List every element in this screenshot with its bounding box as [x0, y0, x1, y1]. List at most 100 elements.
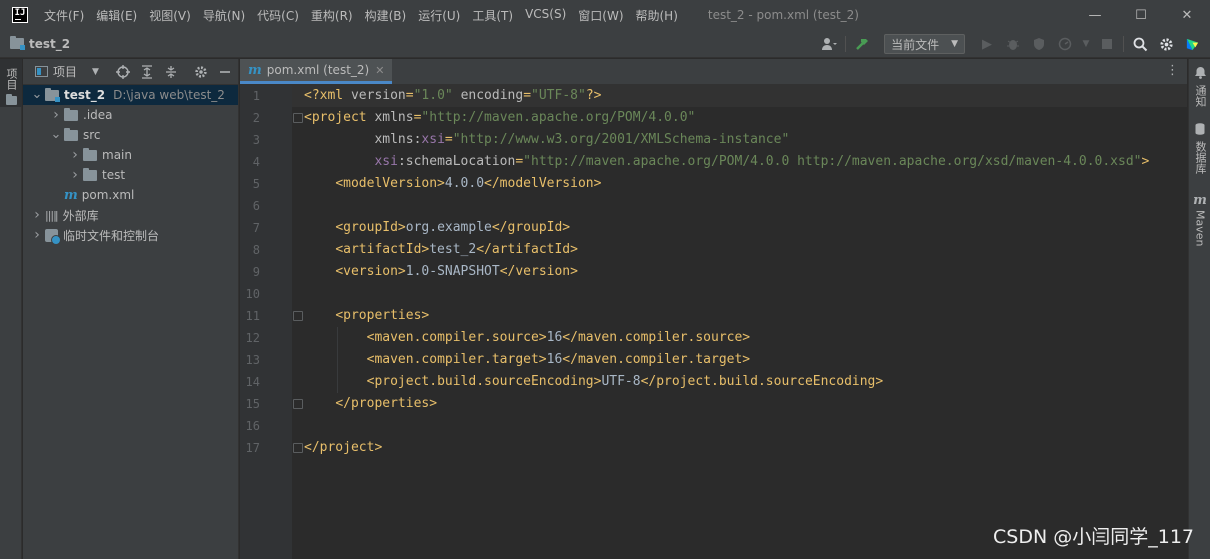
line-number: 7: [252, 221, 260, 235]
code-token: xmlns:: [374, 132, 422, 147]
tree-item-[interactable]: › |||‖ 外部库: [23, 205, 238, 225]
locate-file-icon[interactable]: [114, 62, 132, 82]
breadcrumb-project[interactable]: test_2: [10, 36, 70, 51]
tree-item-[interactable]: › 临时文件和控制台: [23, 225, 238, 245]
menu-item-1[interactable]: 编辑(E): [90, 7, 143, 24]
jetbrains-toolbox-icon[interactable]: [1182, 34, 1202, 54]
menu-item-4[interactable]: 代码(C): [251, 7, 305, 24]
collapsed-chevron-icon[interactable]: ›: [29, 207, 45, 223]
code-line[interactable]: <modelVersion>4.0.0</modelVersion>: [304, 173, 601, 195]
notification-bell-icon: [1194, 67, 1206, 82]
main-toolbar: 当前文件 ▼ ▶ ▼: [819, 30, 1202, 58]
code-token: version: [350, 88, 406, 103]
coverage-icon[interactable]: [1029, 34, 1049, 54]
menu-item-5[interactable]: 重构(R): [305, 7, 359, 24]
settings-icon[interactable]: [1156, 34, 1176, 54]
tree-item-path: D:\java web\test_2: [113, 88, 225, 102]
panel-settings-icon[interactable]: [192, 62, 210, 82]
user-vcs-icon[interactable]: [819, 34, 839, 54]
menu-item-2[interactable]: 视图(V): [143, 7, 197, 24]
window-title: test_2 - pom.xml (test_2): [707, 8, 859, 22]
project-tool-window-tab[interactable]: 项目: [0, 59, 22, 107]
code-line[interactable]: <version>1.0-SNAPSHOT</version>: [304, 261, 578, 283]
code-token: xsi: [421, 132, 445, 147]
close-window-button[interactable]: ✕: [1164, 0, 1210, 30]
menu-item-9[interactable]: VCS(S): [519, 7, 572, 24]
maximize-button[interactable]: ☐: [1118, 0, 1164, 30]
line-number: 6: [252, 199, 260, 213]
code-line[interactable]: <groupId>org.example</groupId>: [304, 217, 570, 239]
code-line[interactable]: </project>: [304, 437, 382, 459]
menu-item-0[interactable]: 文件(F): [44, 7, 90, 24]
tree-item-src[interactable]: ⌄ src: [23, 125, 238, 145]
line-number: 4: [252, 155, 260, 169]
intellij-logo-icon[interactable]: IJ: [12, 7, 28, 23]
collapsed-chevron-icon[interactable]: ›: [67, 147, 83, 163]
expanded-chevron-icon[interactable]: ⌄: [29, 88, 45, 101]
editor-tab-pom-xml[interactable]: m pom.xml (test_2) ✕: [240, 59, 393, 84]
tree-item-test2[interactable]: ⌄ test_2 D:\java web\test_2: [23, 85, 238, 105]
code-token: </properties>: [335, 396, 438, 411]
line-number: 17: [245, 441, 260, 455]
more-run-options-chevron-icon[interactable]: ▼: [1081, 34, 1091, 54]
menu-item-7[interactable]: 运行(U): [412, 7, 466, 24]
menu-item-8[interactable]: 工具(T): [466, 7, 519, 24]
database-icon: [1195, 123, 1205, 138]
hide-panel-icon[interactable]: [216, 62, 234, 82]
menu-item-3[interactable]: 导航(N): [197, 7, 251, 24]
toolbar-separator: [845, 36, 847, 52]
folder-icon: [64, 107, 78, 121]
code-line[interactable]: xmlns:xsi="http://www.w3.org/2001/XMLSch…: [304, 129, 789, 151]
chevron-down-icon[interactable]: ▼: [92, 67, 99, 77]
code-line[interactable]: <properties>: [304, 305, 429, 327]
run-configuration-select[interactable]: 当前文件 ▼: [884, 34, 965, 54]
code-line[interactable]: </properties>: [304, 393, 437, 415]
project-panel-title[interactable]: 项目: [53, 63, 77, 80]
line-number: 12: [245, 331, 260, 345]
right-tab-maven[interactable]: m Maven: [1189, 193, 1210, 246]
code-line[interactable]: xsi:schemaLocation="http://maven.apache.…: [304, 151, 1149, 173]
tree-item-pomxml[interactable]: m pom.xml: [23, 185, 238, 205]
expand-all-icon[interactable]: [138, 62, 156, 82]
fold-marker-icon[interactable]: [293, 399, 303, 409]
code-token: </artifactId>: [476, 242, 578, 257]
run-icon[interactable]: ▶: [977, 34, 997, 54]
menu-item-11[interactable]: 帮助(H): [630, 7, 684, 24]
code-line[interactable]: <project.build.sourceEncoding>UTF-8</pro…: [304, 371, 884, 393]
debug-icon[interactable]: [1003, 34, 1023, 54]
tree-item-main[interactable]: › main: [23, 145, 238, 165]
window-controls: — ☐ ✕: [1072, 0, 1210, 30]
code-line[interactable]: <?xml version="1.0" encoding="UTF-8"?>: [292, 85, 1187, 107]
code-line[interactable]: <maven.compiler.target>16</maven.compile…: [304, 349, 751, 371]
more-tabs-icon[interactable]: ⋮: [1166, 63, 1179, 78]
menu-item-6[interactable]: 构建(B): [359, 7, 413, 24]
tree-item-idea[interactable]: › .idea: [23, 105, 238, 125]
code-line[interactable]: <artifactId>test_2</artifactId>: [304, 239, 578, 261]
code-line[interactable]: <project xmlns="http://maven.apache.org/…: [304, 107, 695, 129]
collapse-all-icon[interactable]: [162, 62, 180, 82]
right-tab-database[interactable]: 数据库: [1189, 123, 1210, 174]
tree-item-test[interactable]: › test: [23, 165, 238, 185]
code-token: xmlns: [374, 110, 414, 125]
collapsed-chevron-icon[interactable]: ›: [29, 227, 45, 243]
search-icon[interactable]: [1130, 34, 1150, 54]
stop-icon[interactable]: [1097, 34, 1117, 54]
code-line[interactable]: <maven.compiler.source>16</maven.compile…: [304, 327, 751, 349]
expanded-chevron-icon[interactable]: ⌄: [48, 128, 64, 141]
folder-icon: [5, 94, 17, 105]
collapsed-chevron-icon[interactable]: ›: [67, 167, 83, 183]
menu-item-10[interactable]: 窗口(W): [572, 7, 629, 24]
collapsed-chevron-icon[interactable]: ›: [48, 107, 64, 123]
code-token: <?xml: [304, 88, 351, 103]
code-editor[interactable]: 1234567891011121314151617 ✔ <?xml versio…: [240, 85, 1187, 559]
profile-icon[interactable]: [1055, 34, 1075, 54]
close-tab-icon[interactable]: ✕: [375, 64, 384, 77]
fold-marker-icon[interactable]: [293, 113, 303, 123]
fold-marker-icon[interactable]: [293, 311, 303, 321]
minimize-button[interactable]: —: [1072, 0, 1118, 30]
build-hammer-icon[interactable]: [852, 34, 872, 54]
fold-marker-icon[interactable]: [293, 443, 303, 453]
right-tab-notification-bell[interactable]: 通知: [1189, 67, 1210, 107]
